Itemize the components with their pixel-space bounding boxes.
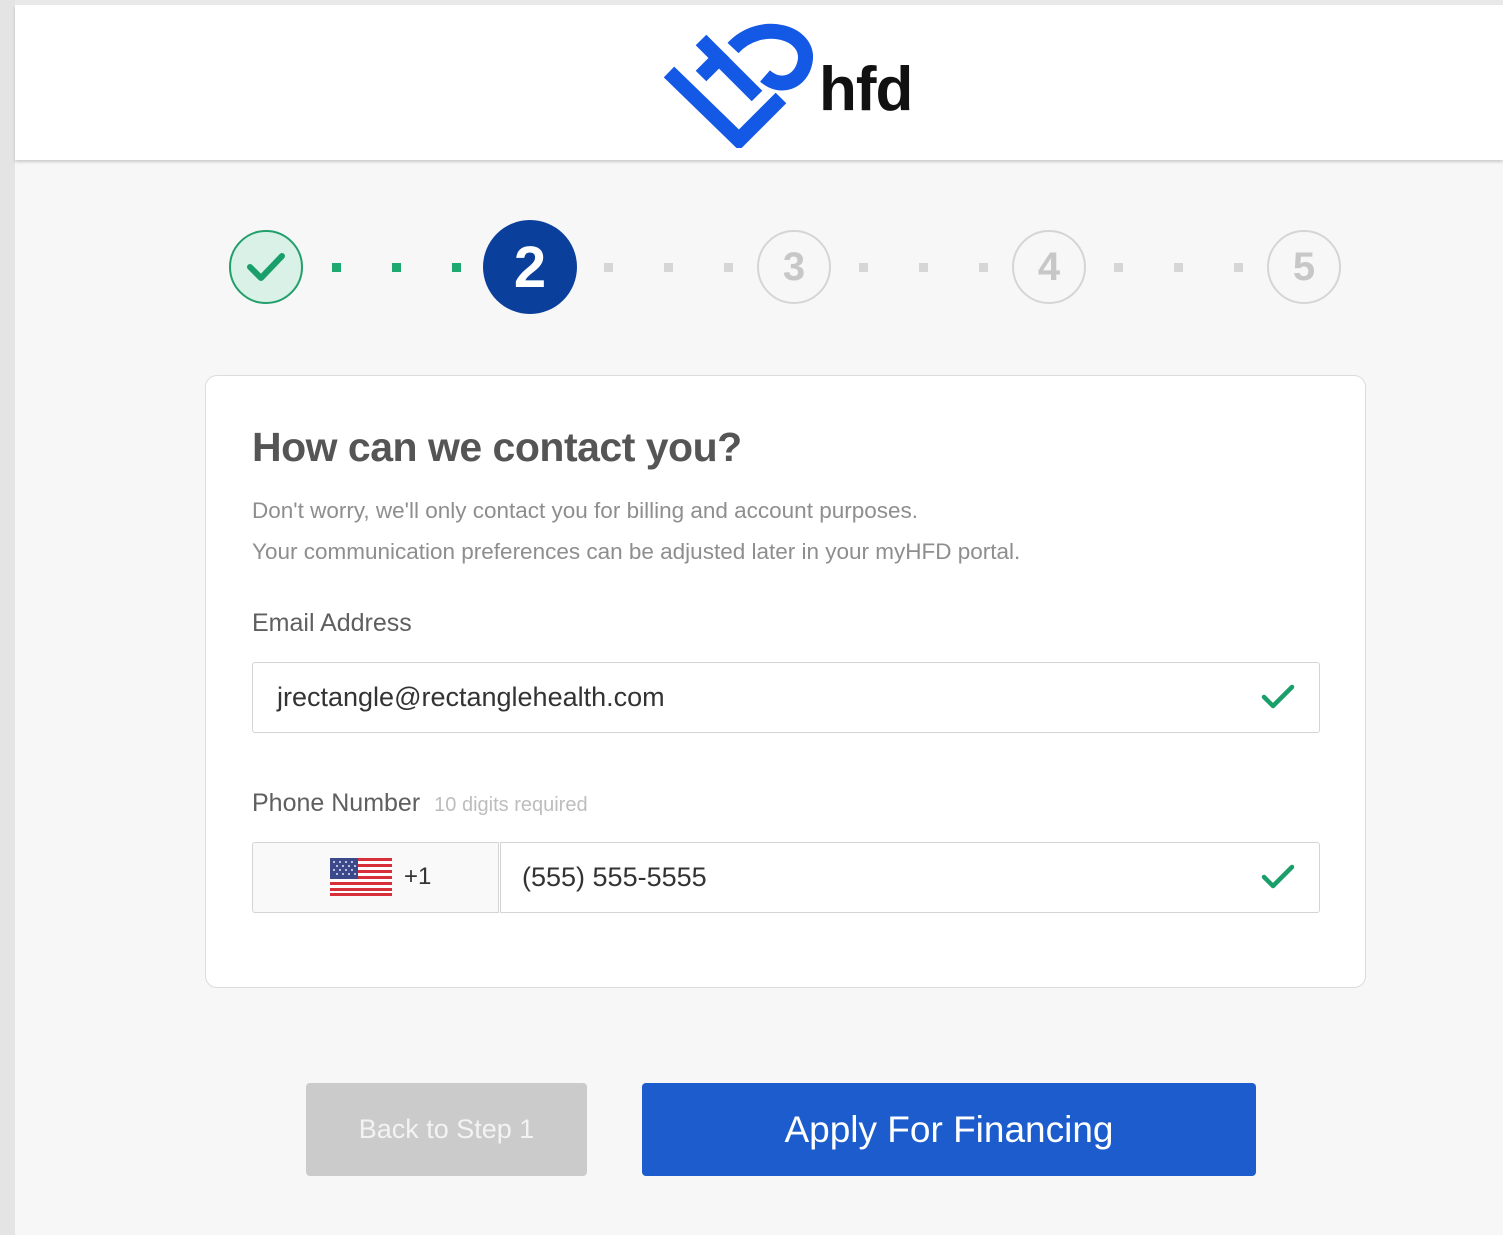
apply-for-financing-button[interactable]: Apply For Financing xyxy=(642,1083,1256,1176)
hfd-logo-icon xyxy=(663,23,813,148)
phone-value: (555) 555-5555 xyxy=(522,862,707,892)
step-connector-dot xyxy=(1174,263,1183,272)
check-icon xyxy=(247,253,285,281)
step-connector-dot xyxy=(332,263,341,272)
step-number: 3 xyxy=(782,244,806,289)
step-connector-dot xyxy=(1114,263,1123,272)
step-2-current: 2 xyxy=(483,220,577,314)
back-button[interactable]: Back to Step 1 xyxy=(306,1083,587,1176)
step-connector-dot xyxy=(392,263,401,272)
step-number: 2 xyxy=(513,234,547,300)
dial-code: +1 xyxy=(404,863,432,890)
subtitle-line-2: Your communication preferences can be ad… xyxy=(252,539,1021,564)
step-3: 3 xyxy=(757,230,831,304)
contact-form-card: How can we contact you? Don't worry, we'… xyxy=(205,375,1366,988)
step-connector-dot xyxy=(1234,263,1243,272)
step-connector-dot xyxy=(979,263,988,272)
header: hfd xyxy=(15,5,1503,160)
step-connector-dot xyxy=(452,263,461,272)
step-connector-dot xyxy=(859,263,868,272)
email-field[interactable]: jrectangle@rectanglehealth.com xyxy=(252,662,1320,733)
phone-hint: 10 digits required xyxy=(434,794,588,816)
check-icon xyxy=(1261,684,1295,709)
us-flag-icon xyxy=(330,858,392,896)
step-connector-dot xyxy=(919,263,928,272)
phone-field[interactable]: (555) 555-5555 xyxy=(500,842,1320,913)
subtitle-line-1: Don't worry, we'll only contact you for … xyxy=(252,498,919,523)
step-connector-dot xyxy=(724,263,733,272)
page: hfd 2 3 4 5 How can we contact you? Don'… xyxy=(15,0,1503,1235)
page-title: How can we contact you? xyxy=(252,424,742,470)
brand-name: hfd xyxy=(819,55,913,124)
step-number: 4 xyxy=(1037,244,1061,289)
phone-label-row: Phone Number 10 digits required xyxy=(252,789,588,818)
step-connector-dot xyxy=(664,263,673,272)
step-connector-dot xyxy=(604,263,613,272)
step-number: 5 xyxy=(1292,244,1316,289)
step-1-completed xyxy=(229,230,303,304)
check-icon xyxy=(1261,864,1295,889)
step-4: 4 xyxy=(1012,230,1086,304)
email-value: jrectangle@rectanglehealth.com xyxy=(277,682,665,712)
phone-label: Phone Number xyxy=(252,789,421,817)
email-label: Email Address xyxy=(252,609,412,637)
country-code-select[interactable]: +1 xyxy=(252,842,499,913)
step-5: 5 xyxy=(1267,230,1341,304)
